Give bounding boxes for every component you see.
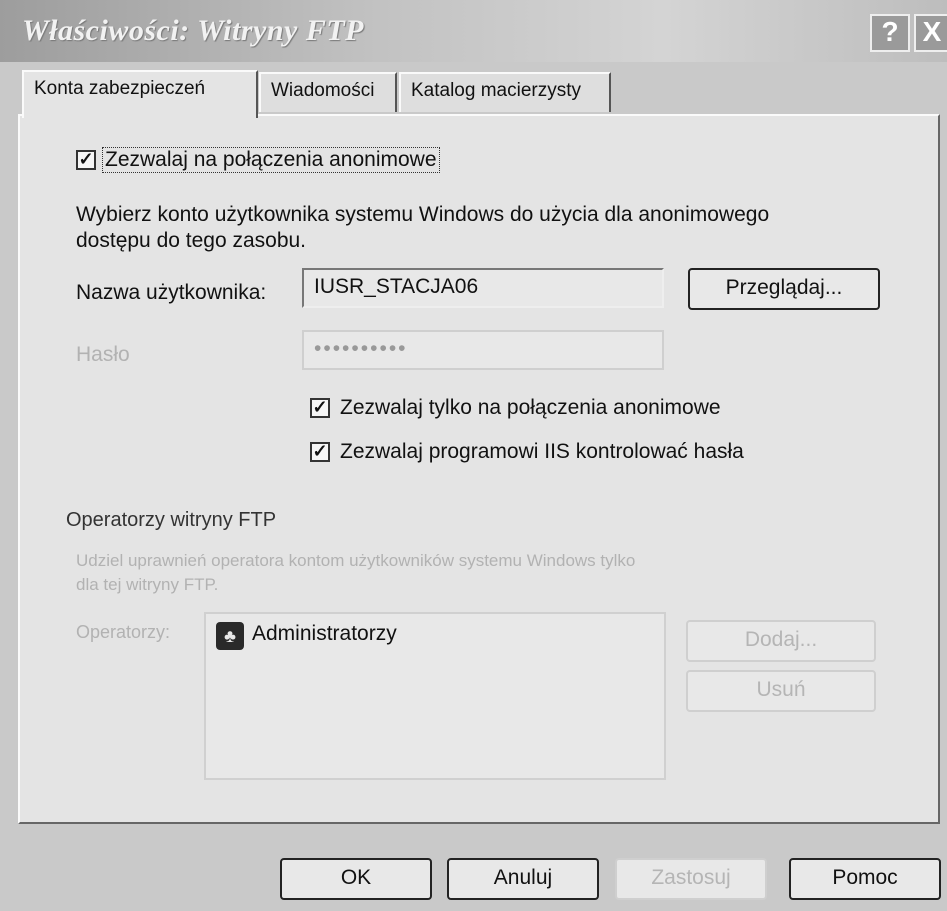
only-anonymous-label[interactable]: Zezwalaj tylko na połączenia anonimowe bbox=[340, 396, 721, 420]
operators-list-label: Operatorzy: bbox=[76, 622, 171, 642]
add-operator-button[interactable]: Dodaj... bbox=[686, 620, 876, 662]
tab-home-directory[interactable]: Katalog macierzysty bbox=[399, 72, 611, 112]
apply-button[interactable]: Zastosuj bbox=[615, 858, 767, 900]
username-label: Nazwa użytkownika: bbox=[76, 281, 267, 304]
tab-security-accounts[interactable]: Konta zabezpieczeń bbox=[22, 70, 258, 118]
operators-section-title: Operatorzy witryny FTP bbox=[66, 509, 277, 531]
anonymous-description-line1: Wybierz konto użytkownika systemu Window… bbox=[76, 203, 770, 226]
allow-anonymous-checkbox[interactable]: ✓ bbox=[76, 150, 96, 170]
iis-password-label[interactable]: Zezwalaj programowi IIS kontrolować hasł… bbox=[340, 440, 744, 464]
window-title: Właściwości: Witryny FTP bbox=[22, 14, 364, 47]
help-button[interactable]: Pomoc bbox=[789, 858, 941, 900]
list-item[interactable]: Administratorzy bbox=[252, 622, 397, 646]
iis-password-checkbox[interactable]: ✓ bbox=[310, 442, 330, 462]
title-bar[interactable]: Właściwości: Witryny FTP ? X bbox=[0, 0, 947, 62]
operators-listbox[interactable]: ♣ Administratorzy bbox=[204, 612, 666, 780]
password-label: Hasło bbox=[76, 343, 130, 366]
help-icon[interactable]: ? bbox=[870, 14, 910, 52]
cancel-button[interactable]: Anuluj bbox=[447, 858, 599, 900]
password-field[interactable]: •••••••••• bbox=[302, 330, 664, 370]
browse-button[interactable]: Przeglądaj... bbox=[688, 268, 880, 310]
remove-operator-button[interactable]: Usuń bbox=[686, 670, 876, 712]
operators-description-line1: Udziel uprawnień operatora kontom użytko… bbox=[76, 551, 636, 570]
user-group-icon: ♣ bbox=[216, 622, 244, 650]
anonymous-description-line2: dostępu do tego zasobu. bbox=[76, 229, 307, 252]
close-icon[interactable]: X bbox=[914, 14, 947, 52]
tab-messages[interactable]: Wiadomości bbox=[259, 72, 397, 112]
operators-description-line2: dla tej witryny FTP. bbox=[76, 575, 219, 594]
allow-anonymous-label[interactable]: Zezwalaj na połączenia anonimowe bbox=[102, 147, 440, 173]
ok-button[interactable]: OK bbox=[280, 858, 432, 900]
only-anonymous-checkbox[interactable]: ✓ bbox=[310, 398, 330, 418]
username-field[interactable]: IUSR_STACJA06 bbox=[302, 268, 664, 308]
